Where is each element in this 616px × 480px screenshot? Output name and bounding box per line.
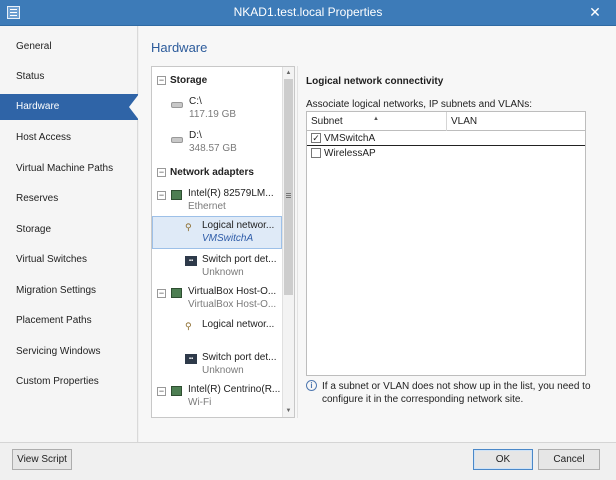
cancel-button[interactable]: Cancel bbox=[538, 449, 600, 470]
tree-item-adapter-3[interactable]: Intel(R) Centrino(R... bbox=[188, 384, 280, 395]
tree-item-logical-network-label: Logical networ... bbox=[202, 220, 275, 231]
column-header-subnet-label: Subnet bbox=[311, 116, 343, 127]
tree-item-switch-port-2[interactable]: Switch port det... bbox=[202, 352, 276, 363]
title-bar: NKAD1.test.local Properties ✕ bbox=[0, 0, 616, 26]
network-adapter-icon bbox=[171, 288, 182, 298]
close-icon[interactable]: ✕ bbox=[580, 3, 610, 22]
tree-item-adapter-3-type: Wi-Fi bbox=[188, 397, 212, 408]
tree-item-disk-d-size: 348.57 GB bbox=[189, 143, 237, 154]
sidebar-item-custom-properties[interactable]: Custom Properties bbox=[0, 369, 138, 395]
sidebar-item-storage[interactable]: Storage bbox=[0, 217, 138, 243]
scroll-up-icon[interactable]: ▲ bbox=[283, 67, 294, 79]
checkbox-vmswitcha[interactable]: ✓ bbox=[311, 133, 321, 143]
main-panel: Hardware − Storage C:\ 117.19 GB D:\ 348… bbox=[139, 26, 616, 442]
logical-network-icon: ⚲ bbox=[185, 222, 192, 232]
collapse-adapter-2-icon[interactable]: − bbox=[157, 289, 166, 298]
sidebar-item-general[interactable]: General bbox=[0, 34, 138, 60]
page-title: Hardware bbox=[151, 40, 208, 55]
scrollbar-thumb[interactable] bbox=[284, 79, 293, 295]
disk-icon bbox=[171, 137, 183, 143]
sidebar-item-host-access[interactable]: Host Access bbox=[0, 125, 138, 151]
detail-title: Logical network connectivity bbox=[306, 76, 444, 87]
sidebar-item-reserves[interactable]: Reserves bbox=[0, 186, 138, 212]
sidebar-item-virtual-machine-paths[interactable]: Virtual Machine Paths bbox=[0, 156, 138, 182]
grid-header: ▲ Subnet VLAN bbox=[307, 112, 585, 131]
collapse-network-adapters-icon[interactable]: − bbox=[157, 168, 166, 177]
logical-network-grid[interactable]: ▲ Subnet VLAN ✓ VMSwitchA WirelessAP bbox=[306, 111, 586, 376]
tree-item-disk-c-size: 117.19 GB bbox=[189, 109, 237, 120]
tree-item-adapter-1-type: Ethernet bbox=[188, 201, 226, 212]
table-row[interactable]: ✓ VMSwitchA bbox=[307, 131, 585, 146]
tree-section-network-adapters[interactable]: Network adapters bbox=[170, 167, 254, 178]
sidebar-item-servicing-windows[interactable]: Servicing Windows bbox=[0, 339, 138, 365]
tree-item-switch-port[interactable]: Switch port det... bbox=[202, 254, 276, 265]
table-row[interactable]: WirelessAP bbox=[307, 146, 585, 161]
collapse-storage-icon[interactable]: − bbox=[157, 76, 166, 85]
sidebar-item-hardware[interactable]: Hardware bbox=[0, 94, 139, 120]
view-script-button[interactable]: View Script bbox=[12, 449, 72, 470]
column-header-subnet[interactable]: ▲ Subnet bbox=[307, 112, 447, 131]
tree-item-adapter-1[interactable]: Intel(R) 82579LM... bbox=[188, 188, 274, 199]
network-adapter-icon bbox=[171, 386, 182, 396]
sidebar-item-virtual-switches[interactable]: Virtual Switches bbox=[0, 247, 138, 273]
column-header-vlan[interactable]: VLAN bbox=[447, 112, 585, 131]
sort-ascending-icon: ▲ bbox=[373, 116, 379, 122]
tree-item-switch-port-2-value: Unknown bbox=[202, 365, 244, 376]
hardware-tree[interactable]: − Storage C:\ 117.19 GB D:\ 348.57 GB − … bbox=[151, 66, 295, 418]
sidebar-item-placement-paths[interactable]: Placement Paths bbox=[0, 308, 138, 334]
tree-item-disk-d[interactable]: D:\ bbox=[189, 130, 202, 141]
collapse-adapter-3-icon[interactable]: − bbox=[157, 387, 166, 396]
switch-port-icon: ▪▪ bbox=[185, 256, 197, 266]
dialog-footer: View Script OK Cancel bbox=[0, 442, 616, 480]
row-label-vmswitcha: VMSwitchA bbox=[324, 133, 376, 144]
tree-item-switch-port-value: Unknown bbox=[202, 267, 244, 278]
tree-section-storage[interactable]: Storage bbox=[170, 75, 207, 86]
sidebar-item-migration-settings[interactable]: Migration Settings bbox=[0, 278, 138, 304]
tree-item-adapter-2[interactable]: VirtualBox Host-O... bbox=[188, 286, 276, 297]
collapse-adapter-1-icon[interactable]: − bbox=[157, 191, 166, 200]
info-text: If a subnet or VLAN does not show up in … bbox=[322, 381, 591, 405]
info-icon: i bbox=[306, 380, 317, 391]
network-adapter-icon bbox=[171, 190, 182, 200]
sidebar-item-status[interactable]: Status bbox=[0, 64, 138, 90]
tree-item-disk-c[interactable]: C:\ bbox=[189, 96, 202, 107]
detail-panel: Logical network connectivity Associate l… bbox=[297, 66, 601, 418]
scroll-down-icon[interactable]: ▼ bbox=[283, 405, 294, 417]
scrollbar-grip bbox=[286, 193, 291, 194]
sidebar-nav: General Status Hardware Host Access Virt… bbox=[0, 26, 139, 442]
tree-item-logical-network-2[interactable]: Logical networ... bbox=[202, 319, 274, 330]
logical-network-icon: ⚲ bbox=[185, 321, 192, 331]
ok-button[interactable]: OK bbox=[473, 449, 533, 470]
tree-scrollbar[interactable]: ▲ ▼ bbox=[282, 67, 294, 417]
disk-icon bbox=[171, 102, 183, 108]
tree-item-logical-network-value: VMSwitchA bbox=[202, 233, 254, 244]
checkbox-wirelessap[interactable] bbox=[311, 148, 321, 158]
row-label-wirelessap: WirelessAP bbox=[324, 148, 376, 159]
window-title: NKAD1.test.local Properties bbox=[233, 5, 383, 19]
tree-item-adapter-2-type: VirtualBox Host-O... bbox=[188, 299, 277, 310]
detail-description: Associate logical networks, IP subnets a… bbox=[306, 99, 533, 110]
switch-port-icon: ▪▪ bbox=[185, 354, 197, 364]
